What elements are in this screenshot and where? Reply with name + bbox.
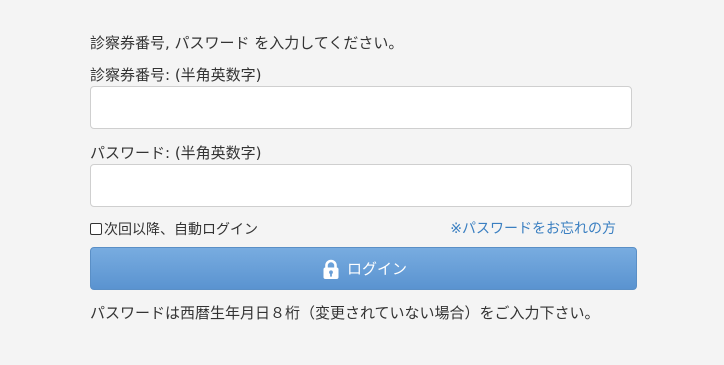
remember-me-label: 次回以降、自動ログイン — [104, 222, 258, 238]
password-input[interactable] — [90, 164, 632, 207]
lock-icon — [320, 258, 342, 280]
login-button-label: ログイン — [346, 260, 407, 278]
forgot-password-link[interactable]: ※パスワードをお忘れの方 — [450, 219, 616, 239]
instruction-text: 診察券番号, パスワード を入力してください。 — [90, 34, 404, 52]
remember-me-option[interactable]: 次回以降、自動ログイン — [90, 219, 258, 239]
card-number-label: 診察券番号: (半角英数字) — [90, 66, 262, 84]
card-number-input[interactable] — [90, 86, 632, 129]
remember-me-checkbox[interactable] — [90, 223, 102, 235]
password-note: パスワードは西暦生年月日８桁（変更されていない場合）をご入力下さい。 — [90, 304, 600, 322]
password-label: パスワード: (半角英数字) — [90, 144, 262, 162]
login-form: 診察券番号, パスワード を入力してください。 診察券番号: (半角英数字) パ… — [90, 0, 638, 365]
login-button[interactable]: ログイン — [90, 247, 637, 290]
